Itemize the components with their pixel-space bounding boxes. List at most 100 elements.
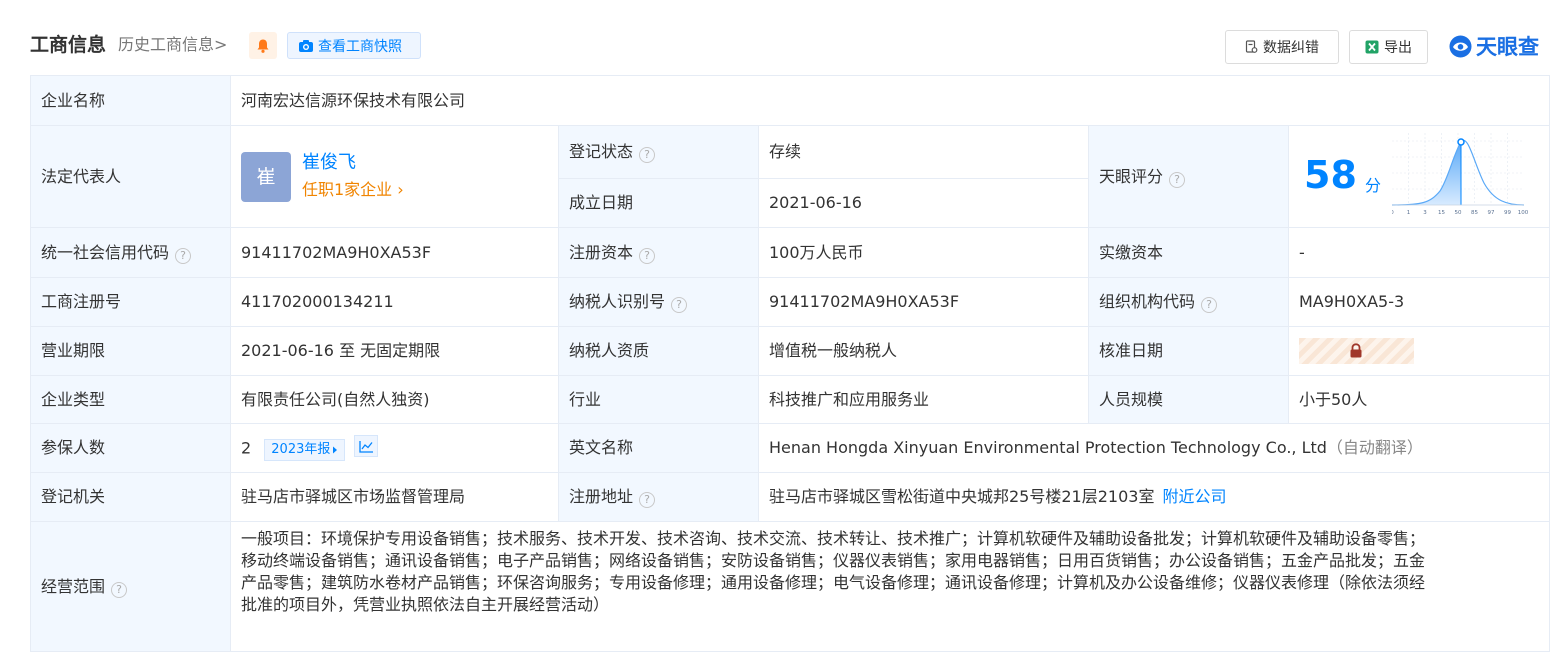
reg-status-label-cell: 登记状态? [558,125,759,179]
approval-date-cell [1287,326,1551,376]
legal-rep-label: 法定代表人 [30,125,231,228]
legal-rep-avatar[interactable]: 崔 [241,151,291,202]
reg-capital-label-cell: 注册资本? [558,227,759,278]
score-value: 58 [1304,152,1357,197]
tianyancha-logo: 天眼查 [1448,31,1539,61]
biz-term-label: 营业期限 [30,326,231,376]
staff-size-label: 人员规模 [1088,375,1289,424]
insured-cell: 2 2023年报 [230,423,559,473]
snapshot-label[interactable]: 查看工商快照 [318,36,402,56]
help-icon[interactable]: ? [639,147,656,163]
axis-tick: 85 [1471,210,1478,216]
company-name-label: 企业名称 [30,75,231,126]
credit-code-label: 统一社会信用代码 [41,242,170,262]
section-title: 工商信息 [30,34,107,56]
axis-tick: 50 [1455,210,1462,216]
export-label[interactable]: 导出 [1384,37,1412,57]
history-arrow[interactable]: > [214,35,227,54]
eye-logo-icon [1449,35,1472,57]
bell-button[interactable] [249,32,277,59]
paid-capital-label: 实缴资本 [1088,227,1289,278]
credit-code-label-cell: 统一社会信用代码? [30,227,231,278]
score-label: 天眼评分 [1099,166,1164,186]
score-cell[interactable]: 58 分 1 3 15 50 85 97 99 100 [1287,125,1551,228]
vip-locked-value[interactable] [1299,338,1414,364]
help-icon[interactable]: ? [1201,297,1218,313]
section-header: 工商信息 历史工商信息> 查看工商快照 数据纠错 导出 天眼查 [0,0,1552,74]
camera-icon [299,39,313,52]
axis-tick: 3 [1423,210,1427,216]
staff-size-value: 小于50人 [1287,375,1551,424]
row-reg-number: 工商注册号 411702000134211 纳税人识别号? 91411702MA… [30,277,1551,327]
org-code-value: MA9H0XA5-3 [1287,277,1551,327]
help-icon[interactable]: ? [111,581,128,598]
english-name-cell: Henan Hongda Xinyuan Environmental Prote… [757,423,1551,473]
reg-authority-value: 驻马店市驿城区市场监督管理局 [230,472,559,522]
row-reg-authority: 登记机关 驻马店市驿城区市场监督管理局 注册地址? 驻马店市驿城区雪松街道中央城… [30,472,1551,522]
axis-tick: 97 [1488,210,1495,216]
annual-report-tag[interactable]: 2023年报 [264,438,346,461]
snapshot-button[interactable]: 查看工商快照 [287,32,421,59]
row-credit-code: 统一社会信用代码? 91411702MA9H0XA53F 注册资本? 100万人… [30,227,1551,278]
taxpayer-qual-value: 增值税一般纳税人 [758,326,1089,376]
score-marker [1457,137,1465,146]
help-icon[interactable]: ? [1169,171,1186,188]
logo-text: 天眼查 [1476,35,1539,59]
axis-tick: 100 [1518,210,1529,216]
axis-tick: 0 [1392,210,1394,216]
data-correction-button[interactable]: 数据纠错 [1225,30,1339,64]
scope-line: 批准的项目外，凭营业执照依法自主开展经营活动） [241,595,610,614]
established-value: 2021-06-16 [758,178,1089,228]
export-button[interactable]: 导出 [1349,30,1428,64]
legal-rep-positions-link[interactable]: 任职1家企业 › [302,178,404,202]
business-scope-value: 一般项目：环境保护专用设备销售；技术服务、技术开发、技术咨询、技术交流、技术转让… [229,521,1551,652]
row-insured: 参保人数 2 2023年报 英文名称 Henan Hongda Xinyuan … [30,423,1551,473]
legal-rep-name[interactable]: 崔俊飞 [302,151,404,175]
lock-icon [1350,343,1362,358]
correction-label[interactable]: 数据纠错 [1263,37,1319,57]
legal-rep-cell: 崔 崔俊飞 任职1家企业 › [230,125,559,228]
taxpayer-id-label: 纳税人识别号 [569,292,666,311]
taxpayer-id-label-cell: 纳税人识别号? [558,277,759,327]
help-icon[interactable]: ? [639,247,656,264]
annual-report-label[interactable]: 2023年报 [271,439,330,461]
help-icon[interactable]: ? [639,492,656,508]
english-name-value: Henan Hongda Xinyuan Environmental Prote… [769,438,1327,457]
business-scope-label: 经营范围 [41,576,106,596]
help-icon[interactable]: ? [175,247,192,264]
company-type-value: 有限责任公司(自然人独资) [230,375,559,424]
business-info-table: 企业名称 河南宏达信源环保技术有限公司 法定代表人 崔 崔俊飞 任职1家企业 ›… [30,75,1551,652]
reg-number-value: 411702000134211 [230,277,559,327]
history-link[interactable]: 历史工商信息> [118,35,227,55]
org-code-label: 组织机构代码 [1099,292,1196,311]
axis-tick: 15 [1438,210,1445,216]
reg-capital-label: 注册资本 [569,242,634,262]
business-scope-label-cell: 经营范围? [30,521,231,652]
insured-label: 参保人数 [30,423,231,473]
help-icon[interactable]: ? [671,297,688,313]
history-label[interactable]: 历史工商信息 [118,35,214,54]
positions-text[interactable]: 任职1家企业 [302,180,392,199]
row-legal-rep: 法定代表人 崔 崔俊飞 任职1家企业 › 登记状态? 存续 天眼评分? 58 分 [30,125,1551,228]
excel-icon [1365,40,1379,54]
line-chart-icon [359,440,373,453]
credit-code-value: 91411702MA9H0XA53F [230,227,559,278]
axis-tick: 1 [1407,210,1411,216]
trend-chart-button[interactable] [354,435,379,458]
english-name-label: 英文名称 [558,423,759,473]
reg-number-label: 工商注册号 [30,277,231,327]
row-company-name: 企业名称 河南宏达信源环保技术有限公司 [30,75,1551,126]
insured-value: 2 [241,438,252,458]
industry-label: 行业 [558,375,759,424]
reg-authority-label: 登记机关 [30,472,231,522]
score-distribution-chart: 0 1 3 15 50 85 97 99 100 [1392,132,1529,216]
row-biz-term: 营业期限 2021-06-16 至 无固定期限 纳税人资质 增值税一般纳税人 核… [30,326,1551,376]
nearby-companies-link[interactable]: 附近公司 [1162,487,1226,506]
reg-address-value: 驻马店市驿城区雪松街道中央城邦25号楼21层2103室 [769,487,1155,506]
bell-curve-area [1392,141,1461,205]
company-type-label: 企业类型 [30,375,231,424]
reg-address-label: 注册地址 [569,487,634,506]
positions-arrow[interactable]: › [397,180,403,199]
reg-status-label: 登记状态 [569,142,634,161]
biz-term-value: 2021-06-16 至 无固定期限 [230,326,559,376]
